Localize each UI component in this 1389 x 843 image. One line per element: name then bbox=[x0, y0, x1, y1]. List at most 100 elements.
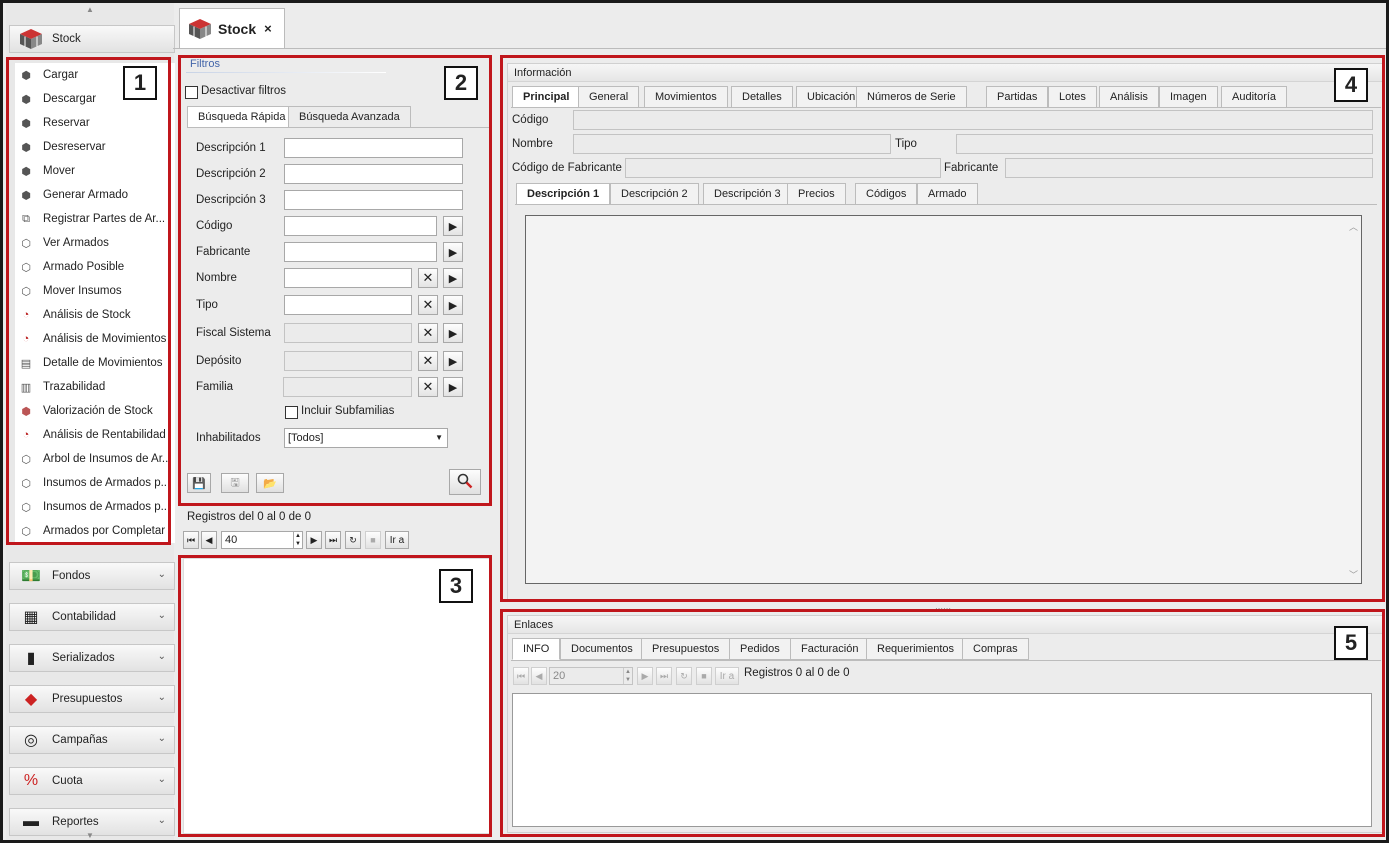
sidebar-group-serializados[interactable]: ▮ Serializados ⌄ bbox=[9, 644, 175, 672]
sidebar-item[interactable]: ⬢ Generar Armado bbox=[15, 183, 175, 207]
tipo-clear-button[interactable]: ✕ bbox=[418, 295, 438, 315]
last-page-button[interactable]: ⏭ bbox=[325, 531, 341, 549]
tab-descripción-2[interactable]: Descripción 2 bbox=[610, 183, 699, 205]
sidebar-group-cuota[interactable]: % Cuota ⌄ bbox=[9, 767, 175, 795]
sidebar-group-stock[interactable]: Stock bbox=[9, 25, 175, 53]
desc2-input[interactable] bbox=[284, 164, 463, 184]
spinner-icon[interactable]: ▲ ▼ bbox=[623, 668, 631, 684]
tab-requerimientos[interactable]: Requerimientos bbox=[866, 638, 966, 660]
links-first-page-button[interactable]: ⏮ bbox=[513, 667, 529, 685]
sidebar-item[interactable]: ◔ Análisis de Stock bbox=[15, 303, 175, 327]
sidebar-item[interactable]: ▤ Detalle de Movimientos bbox=[15, 351, 175, 375]
tab-lotes[interactable]: Lotes bbox=[1048, 86, 1097, 108]
info-tipo-input[interactable] bbox=[956, 134, 1373, 154]
deposito-arrow-button[interactable]: ▶ bbox=[443, 351, 463, 371]
tab-armado[interactable]: Armado bbox=[917, 183, 978, 205]
links-last-page-button[interactable]: ⏭ bbox=[656, 667, 672, 685]
deposito-input[interactable] bbox=[284, 351, 412, 371]
sidebar-item[interactable]: ⬢ Reservar bbox=[15, 111, 175, 135]
tab-números-de-serie[interactable]: Números de Serie bbox=[856, 86, 967, 108]
sidebar-item[interactable]: ⧉ Registrar Partes de Ar... bbox=[15, 207, 175, 231]
sidebar-item[interactable]: ⬢ Desreservar bbox=[15, 135, 175, 159]
info-codigo-input[interactable] bbox=[573, 110, 1373, 130]
stop-button[interactable]: ■ bbox=[365, 531, 381, 549]
scroll-down-icon[interactable]: ﹀ bbox=[1349, 568, 1358, 581]
links-stop-button[interactable]: ■ bbox=[696, 667, 712, 685]
tab-facturación[interactable]: Facturación bbox=[790, 638, 870, 660]
tab-auditoría[interactable]: Auditoría bbox=[1221, 86, 1288, 108]
sidebar-group-contabilidad[interactable]: ▦ Contabilidad ⌄ bbox=[9, 603, 175, 631]
next-page-button[interactable]: ▶ bbox=[306, 531, 322, 549]
fiscal-input[interactable] bbox=[284, 323, 412, 343]
tab-detalles[interactable]: Detalles bbox=[731, 86, 793, 108]
nombre-input[interactable] bbox=[284, 268, 412, 288]
prev-page-button[interactable]: ◀ bbox=[201, 531, 217, 549]
sidebar-item[interactable]: ⬡ Mover Insumos bbox=[15, 279, 175, 303]
spinner-icon[interactable]: ▲ ▼ bbox=[293, 532, 301, 548]
tab-imagen[interactable]: Imagen bbox=[1159, 86, 1218, 108]
sidebar-scroll-down[interactable]: ▼ bbox=[6, 831, 174, 841]
codigo-input[interactable] bbox=[284, 216, 437, 236]
fabricante-input[interactable] bbox=[284, 242, 437, 262]
nombre-clear-button[interactable]: ✕ bbox=[418, 268, 438, 288]
links-next-page-button[interactable]: ▶ bbox=[637, 667, 653, 685]
tipo-arrow-button[interactable]: ▶ bbox=[443, 295, 463, 315]
inhabilitados-select[interactable]: [Todos] ▼ bbox=[284, 428, 448, 448]
sidebar-item[interactable]: ⬡ Armados por Completar bbox=[15, 519, 175, 543]
sidebar-item[interactable]: ◔ Análisis de Rentabilidad bbox=[15, 423, 175, 447]
links-prev-page-button[interactable]: ◀ bbox=[531, 667, 547, 685]
search-button[interactable] bbox=[449, 469, 481, 495]
sidebar-scroll-up[interactable]: ▲ bbox=[6, 3, 174, 17]
tab-info[interactable]: INFO bbox=[512, 638, 561, 660]
desc1-input[interactable] bbox=[284, 138, 463, 158]
tipo-input[interactable] bbox=[284, 295, 412, 315]
nombre-arrow-button[interactable]: ▶ bbox=[443, 268, 463, 288]
save-filter-button[interactable]: 💾 bbox=[187, 473, 211, 493]
links-refresh-button[interactable]: ↻ bbox=[676, 667, 692, 685]
familia-arrow-button[interactable]: ▶ bbox=[443, 377, 463, 397]
sidebar-item[interactable]: ⬡ Armado Posible bbox=[15, 255, 175, 279]
info-codfab-input[interactable] bbox=[625, 158, 941, 178]
close-icon[interactable]: × bbox=[264, 21, 272, 36]
tab-descripción-1[interactable]: Descripción 1 bbox=[516, 183, 611, 205]
sidebar-item[interactable]: ⬢ Valorización de Stock bbox=[15, 399, 175, 423]
sidebar-item[interactable]: ⬢ Mover bbox=[15, 159, 175, 183]
desc3-input[interactable] bbox=[284, 190, 463, 210]
fiscal-clear-button[interactable]: ✕ bbox=[418, 323, 438, 343]
tab-descripción-3[interactable]: Descripción 3 bbox=[703, 183, 792, 205]
tab-pedidos[interactable]: Pedidos bbox=[729, 638, 791, 660]
save-as-filter-button[interactable]: 🖫 bbox=[221, 473, 249, 493]
tab-partidas[interactable]: Partidas bbox=[986, 86, 1049, 108]
scroll-up-icon[interactable]: ︿ bbox=[1349, 220, 1358, 233]
refresh-button[interactable]: ↻ bbox=[345, 531, 361, 549]
links-page-size-input[interactable]: 20 ▲ ▼ bbox=[549, 667, 633, 685]
disable-filters-checkbox[interactable] bbox=[185, 86, 198, 99]
tab-análisis[interactable]: Análisis bbox=[1099, 86, 1159, 108]
info-nombre-input[interactable] bbox=[573, 134, 891, 154]
sidebar-group-presupuestos[interactable]: ◆ Presupuestos ⌄ bbox=[9, 685, 175, 713]
sidebar-group-campañas[interactable]: ◎ Campañas ⌄ bbox=[9, 726, 175, 754]
description-textarea[interactable]: ︿ ﹀ bbox=[525, 215, 1362, 584]
tab-compras[interactable]: Compras bbox=[962, 638, 1029, 660]
sidebar-group-fondos[interactable]: 💵 Fondos ⌄ bbox=[9, 562, 175, 590]
sidebar-item[interactable]: ⬡ Ver Armados bbox=[15, 231, 175, 255]
first-page-button[interactable]: ⏮ bbox=[183, 531, 199, 549]
fabricante-arrow-button[interactable]: ▶ bbox=[443, 242, 463, 262]
tab-códigos[interactable]: Códigos bbox=[855, 183, 918, 205]
tab-quick-search[interactable]: Búsqueda Rápida bbox=[187, 106, 297, 128]
codigo-arrow-button[interactable]: ▶ bbox=[443, 216, 463, 236]
tab-presupuestos[interactable]: Presupuestos bbox=[641, 638, 731, 660]
sidebar-item[interactable]: ⬡ Insumos de Armados p... bbox=[15, 471, 175, 495]
familia-input[interactable] bbox=[283, 377, 412, 397]
splitter-handle[interactable]: ⋯⋯ bbox=[935, 604, 951, 613]
familia-clear-button[interactable]: ✕ bbox=[418, 377, 438, 397]
links-grid[interactable] bbox=[512, 693, 1372, 827]
sidebar-item[interactable]: ▥ Trazabilidad bbox=[15, 375, 175, 399]
sidebar-item[interactable]: ⬡ Arbol de Insumos de Ar... bbox=[15, 447, 175, 471]
tab-movimientos[interactable]: Movimientos bbox=[644, 86, 728, 108]
deposito-clear-button[interactable]: ✕ bbox=[418, 351, 438, 371]
fiscal-arrow-button[interactable]: ▶ bbox=[443, 323, 463, 343]
goto-button[interactable]: Ir a bbox=[385, 531, 409, 549]
open-filter-button[interactable]: 📂 bbox=[256, 473, 284, 493]
tab-principal[interactable]: Principal bbox=[512, 86, 581, 108]
